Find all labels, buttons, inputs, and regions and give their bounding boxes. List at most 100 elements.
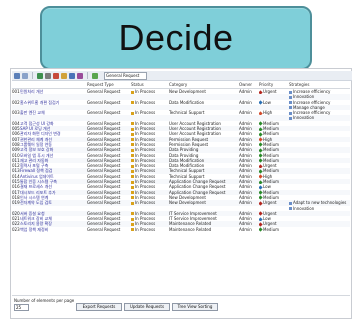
cell-text: 모바일 앱 푸시 개선 — [20, 152, 54, 158]
cell-text: Low — [263, 99, 271, 105]
cell-text: 고객 정보 보호 강화 — [20, 147, 54, 153]
col-header-priority[interactable]: Priority — [259, 82, 289, 88]
cell-text: SAP UI 로딩 개선 — [20, 126, 51, 132]
cell-text: In Process — [135, 157, 156, 163]
cell-text: Increase efficiency — [293, 89, 331, 94]
cell-text: New Development — [169, 89, 206, 94]
cell-text: In Process — [135, 210, 156, 216]
cell-text: General Request — [87, 168, 121, 174]
gear-icon[interactable] — [45, 72, 51, 79]
grid-icon[interactable] — [14, 72, 20, 79]
cell-pri: Medium — [259, 227, 289, 232]
cell-text: Low — [263, 216, 271, 222]
cell-text: 고객 접근성 UI 강화 — [20, 120, 54, 126]
hourglass-icon — [131, 212, 134, 216]
cell-text: New Development — [169, 200, 206, 206]
cell-text: 그룹웨어 일정 연동 — [20, 141, 52, 147]
cell-text: Firewall 정책 점검 — [20, 168, 53, 174]
add-icon[interactable] — [92, 72, 98, 79]
cell-text: 인사 시스템 연계 — [20, 194, 49, 200]
col-header-strategies[interactable]: Strategies — [289, 82, 349, 88]
banner-title: Decide — [118, 17, 234, 58]
delete-icon[interactable] — [77, 72, 83, 79]
cell-text: In Process — [135, 221, 156, 227]
col-header-status[interactable]: Status — [131, 82, 169, 88]
cell-text: User Account Registration — [169, 126, 221, 132]
cell-text: General Request — [87, 194, 121, 200]
cell-text: Admin — [239, 179, 252, 185]
cell-text: In Process — [135, 147, 156, 153]
col-header-id[interactable] — [12, 82, 20, 88]
link-icon[interactable] — [69, 72, 75, 79]
cell-text: 022 — [12, 221, 20, 227]
list-icon[interactable] — [22, 72, 28, 79]
cell-title[interactable]: 백업 정책 재정비 — [20, 227, 87, 232]
cell-text: Urgent — [263, 210, 277, 216]
cell-text: In Process — [135, 141, 156, 147]
hourglass-icon — [131, 185, 134, 189]
cell-text: General Request — [87, 136, 121, 142]
cell-text: 017 — [12, 189, 20, 195]
page-size-input[interactable]: 25 — [14, 304, 29, 311]
hourglass-icon — [131, 111, 134, 115]
cell-text: General Request — [87, 89, 121, 94]
col-header-title[interactable] — [20, 82, 87, 88]
cell-text: Technical Support — [169, 110, 205, 116]
cell-text: 결재 프로세스 개선 — [20, 184, 52, 190]
cell-text: Medium — [263, 179, 279, 185]
cell-text: General Request — [87, 99, 121, 105]
cell-text: Admin — [239, 136, 252, 142]
hourglass-icon — [131, 154, 134, 158]
edit-icon[interactable] — [61, 72, 67, 79]
cell-text: General Request — [87, 147, 121, 153]
cell-text: 020 — [12, 210, 20, 216]
cell-text: Urgent — [263, 200, 277, 206]
cell-text: General Request — [87, 179, 121, 185]
cell-text: Permission Request — [169, 136, 209, 142]
cell-text: In Process — [135, 163, 156, 169]
cell-text: User Account Registration — [169, 120, 221, 126]
cell-text: General Request — [87, 126, 121, 132]
cell-text: Increase efficiency — [293, 110, 331, 116]
cell-text: Increase efficiency — [293, 99, 331, 105]
tree-view-sorting-button[interactable]: Tree View Sorting — [172, 303, 218, 311]
cell-text: 016 — [12, 184, 20, 190]
cell-text: Medium — [263, 131, 279, 137]
cell-text: High — [263, 136, 273, 142]
hourglass-icon — [131, 191, 134, 195]
hourglass-icon — [131, 122, 134, 126]
hourglass-icon — [131, 201, 134, 205]
cell-text: Urgent — [263, 89, 277, 94]
view-select[interactable]: General Request — [104, 71, 147, 80]
cell-text: Innovation — [293, 205, 315, 211]
cell-status: In Process — [131, 227, 169, 232]
cell-text: 출판 엔진 교체 — [20, 110, 45, 116]
col-header-category[interactable]: Category — [169, 82, 239, 88]
chart-icon[interactable] — [37, 72, 43, 79]
strategy-icon — [289, 95, 292, 99]
cell-text: Data Providing — [169, 147, 199, 153]
cell-text: IT Service Improvement — [169, 210, 217, 216]
cell-text: Medium — [263, 141, 279, 147]
cell-text: Data Modification — [169, 157, 205, 163]
col-header-type[interactable]: Request Type — [87, 82, 131, 88]
hourglass-icon — [131, 222, 134, 226]
table-row[interactable]: 023 백업 정책 재정비 General Request In Process Mai… — [12, 227, 350, 232]
cell-text: Admin — [239, 141, 252, 147]
cell-text: 백업 정책 재정비 — [20, 226, 49, 232]
cell-text: 권한관리 체계 개선 — [20, 136, 52, 142]
cell-text: Admin — [239, 210, 252, 216]
cell-text: Medium — [263, 168, 279, 174]
cell-text: Admin — [239, 184, 252, 190]
cell-text: Urgent — [263, 163, 277, 169]
col-header-owner[interactable]: Owner — [239, 82, 259, 88]
filter-icon[interactable] — [53, 72, 59, 79]
cell-text: Admin — [239, 147, 252, 153]
cell-text: 021 — [12, 216, 20, 222]
cell-cat: Maintenance Related — [169, 227, 239, 232]
cell-text: Medium — [263, 152, 279, 158]
update-requests-button[interactable]: Update Requests — [124, 303, 170, 311]
cell-text: In Process — [135, 194, 156, 200]
export-requests-button[interactable]: Export Requests — [76, 303, 122, 311]
cell-text: Manage change — [293, 104, 325, 110]
